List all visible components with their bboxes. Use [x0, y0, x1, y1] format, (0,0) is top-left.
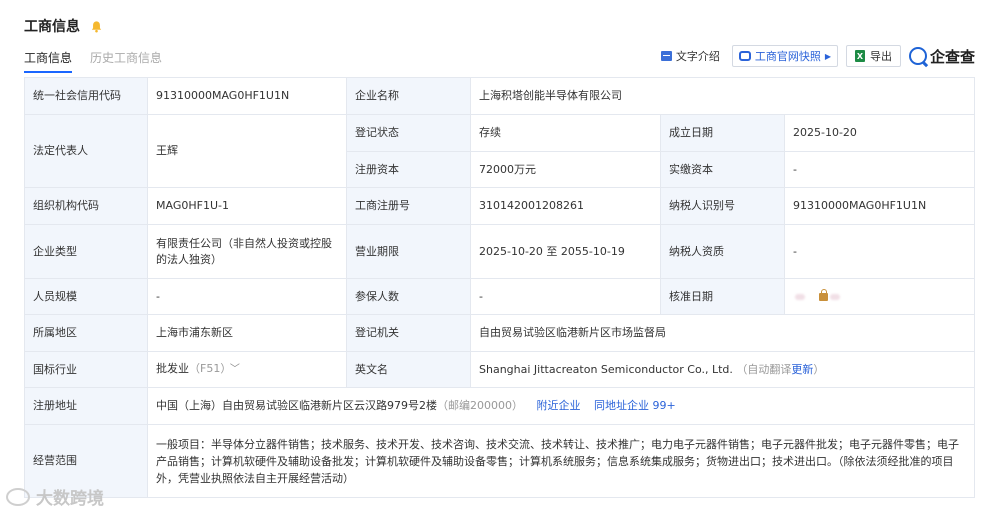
table-row: 经营范围 一般项目：半导体分立器件销售；技术服务、技术开发、技术咨询、技术交流、… [24, 424, 976, 498]
tab-bar: 工商信息 历史工商信息 [24, 49, 180, 73]
legal-rep-link[interactable]: 王辉 [147, 114, 347, 188]
toolbar: 文字介绍 工商官网快照 ▶ X 导出 企查查 [660, 45, 975, 67]
paid-capital-label: 实缴资本 [660, 151, 785, 188]
auto-translate-close: ） [813, 362, 825, 376]
taxpayer-qual-label: 纳税人资质 [660, 224, 785, 279]
postcode: （邮编200000） [437, 399, 523, 412]
biz-term-label: 营业期限 [346, 224, 471, 279]
table-row: 国标行业 批发业（F51） ﹀ 英文名 Shanghai Jittacreaton… [24, 351, 976, 388]
reg-authority-value: 自由贸易试验区临港新片区市场监督局 [469, 314, 976, 352]
credit-code-label: 统一社会信用代码 [24, 77, 148, 115]
company-name-label: 企业名称 [346, 77, 471, 115]
brand-logo: 企查查 [908, 46, 975, 67]
org-code-label: 组织机构代码 [24, 187, 148, 225]
tab-history-business-info[interactable]: 历史工商信息 [90, 49, 162, 73]
staff-size-label: 人员规模 [24, 278, 148, 315]
insured-label: 参保人数 [346, 278, 471, 315]
address-label: 注册地址 [24, 387, 148, 425]
tab-business-info[interactable]: 工商信息 [24, 49, 73, 73]
camera-icon [738, 51, 751, 61]
table-row: 人员规模 - 参保人数 - 核准日期 [24, 278, 976, 315]
established-value: 2025-10-20 [783, 114, 976, 152]
watermark-logo-icon [6, 487, 30, 506]
paid-capital-value: - [783, 151, 976, 188]
credit-code-value: 91310000MAG0HF1U1N [147, 77, 347, 115]
reg-capital-value: 72000万元 [470, 151, 661, 188]
excel-icon: X [854, 50, 865, 62]
company-type-label: 企业类型 [24, 224, 148, 279]
auto-translate-note: （自动翻译 [736, 362, 792, 376]
biz-term-value: 2025-10-20 至 2055-10-19 [470, 224, 661, 279]
reg-status-label: 登记状态 [346, 114, 471, 152]
legal-rep-label: 法定代表人 [24, 114, 148, 188]
company-type-value: 有限责任公司（非自然人投资或控股的法人独资） [147, 224, 347, 279]
industry-name: 批发业 [156, 362, 189, 375]
document-icon [660, 51, 672, 61]
export-button[interactable]: X 导出 [845, 45, 901, 67]
english-name-text: Shanghai Jittacreaton Semiconductor Co.,… [479, 362, 733, 376]
update-translation-link[interactable]: 更新 [791, 363, 813, 376]
official-snapshot-button[interactable]: 工商官网快照 ▶ [731, 45, 838, 67]
industry-value[interactable]: 批发业（F51） ﹀ [147, 351, 347, 388]
text-intro-label: 文字介绍 [675, 50, 720, 63]
table-row: 注册地址 中国（上海）自由贸易试验区临港新片区云汉路979号2楼（邮编20000… [24, 387, 976, 425]
business-info-table: 统一社会信用代码 91310000MAG0HF1U1N 企业名称 上海积塔创能半… [24, 77, 976, 498]
approval-date-value[interactable] [783, 278, 976, 315]
chevron-down-icon[interactable]: ﹀ [230, 364, 240, 375]
section-header: 工商信息 [24, 16, 103, 36]
address-value: 中国（上海）自由贸易试验区临港新片区云汉路979号2楼（邮编200000） 附近… [146, 387, 976, 425]
table-row: 统一社会信用代码 91310000MAG0HF1U1N 企业名称 上海积塔创能半… [24, 77, 976, 115]
english-name-label: 英文名 [346, 351, 471, 388]
table-row: 所属地区 上海市浦东新区 登记机关 自由贸易试验区临港新片区市场监督局 [24, 314, 976, 352]
export-label: 导出 [869, 50, 892, 63]
region-value: 上海市浦东新区 [147, 314, 347, 352]
table-row: 组织机构代码 MAG0HF1U-1 工商注册号 310142001208261 … [24, 187, 976, 225]
org-code-value: MAG0HF1U-1 [147, 187, 347, 225]
blurred-value [830, 293, 840, 300]
watermark: 大数跨境 [6, 484, 104, 509]
play-arrow-icon: ▶ [824, 51, 831, 61]
industry-code: （F51） [189, 362, 226, 375]
taxpayer-qual-value: - [783, 224, 976, 279]
scope-value: 一般项目：半导体分立器件销售；技术服务、技术开发、技术咨询、技术交流、技术转让、… [146, 424, 976, 498]
biz-reg-no-value: 310142001208261 [470, 187, 661, 225]
taxpayer-id-label: 纳税人识别号 [660, 187, 785, 225]
insured-value: - [470, 278, 661, 315]
staff-size-value: - [147, 278, 347, 315]
approval-date-label: 核准日期 [660, 278, 785, 315]
company-name-value: 上海积塔创能半导体有限公司 [469, 77, 976, 115]
watermark-text: 大数跨境 [36, 489, 104, 509]
bell-icon[interactable] [90, 20, 103, 33]
table-row: 法定代表人 王辉 登记状态 存续 成立日期 2025-10-20 [24, 114, 976, 188]
brand-name: 企查查 [929, 47, 975, 66]
official-snapshot-label: 工商官网快照 [754, 50, 821, 63]
blurred-value [795, 293, 805, 300]
taxpayer-id-value: 91310000MAG0HF1U1N [783, 187, 976, 225]
same-address-companies-link[interactable]: 同地址企业 99+ [594, 399, 676, 412]
qcc-logo-icon [908, 47, 927, 65]
address-text: 中国（上海）自由贸易试验区临港新片区云汉路979号2楼 [156, 399, 437, 412]
region-label: 所属地区 [24, 314, 148, 352]
reg-capital-label: 注册资本 [346, 151, 471, 188]
industry-label: 国标行业 [24, 351, 148, 388]
text-intro-button[interactable]: 文字介绍 [660, 48, 720, 64]
established-label: 成立日期 [660, 114, 785, 152]
biz-reg-no-label: 工商注册号 [346, 187, 471, 225]
english-name-value: Shanghai Jittacreaton Semiconductor Co.,… [469, 351, 976, 388]
reg-status-value: 存续 [470, 114, 661, 152]
reg-authority-label: 登记机关 [346, 314, 471, 352]
lock-icon [819, 288, 828, 301]
nearby-companies-link[interactable]: 附近企业 [537, 399, 581, 412]
page-title: 工商信息 [24, 19, 80, 35]
table-row: 企业类型 有限责任公司（非自然人投资或控股的法人独资） 营业期限 2025-10… [24, 224, 976, 279]
